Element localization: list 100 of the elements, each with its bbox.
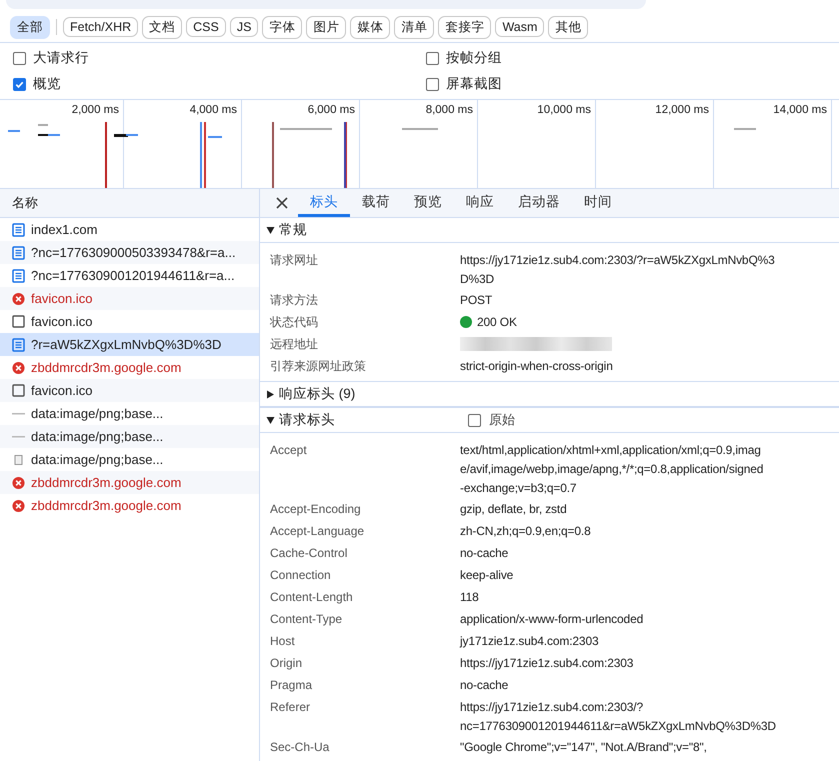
- document-icon: [12, 268, 25, 282]
- option-label: 屏幕截图: [446, 75, 502, 93]
- error-icon: [12, 292, 25, 306]
- header-value: strict-origin-when-cross-origin: [460, 358, 613, 375]
- header-value: https://jy171zie1z.sub4.com:2303: [460, 655, 634, 672]
- section-header[interactable]: 响应标头 (9): [260, 381, 839, 407]
- error-icon: [12, 360, 25, 374]
- filter-chip[interactable]: 清单: [394, 16, 434, 38]
- detail-tab[interactable]: 预览: [402, 189, 454, 217]
- request-row[interactable]: favicon.ico: [0, 287, 259, 310]
- time-tick-label: 12,000 ms: [655, 104, 709, 118]
- header-value: 200 OK: [477, 314, 517, 331]
- request-row[interactable]: favicon.ico: [0, 379, 259, 402]
- header-value: gzip, deflate, br, zstd: [460, 501, 567, 518]
- detail-tab[interactable]: 时间: [572, 189, 624, 217]
- header-name: Host: [269, 633, 296, 650]
- filter-chip[interactable]: 文档: [142, 16, 182, 38]
- header-name: 请求方法: [269, 292, 319, 309]
- section-title: 响应标头 (9): [279, 385, 356, 403]
- header-value: application/x-www-form-urlencoded: [460, 611, 644, 628]
- close-icon[interactable]: [276, 197, 288, 209]
- checkbox[interactable]: [426, 78, 439, 90]
- option-label: 按帧分组: [446, 49, 502, 67]
- checkbox[interactable]: [468, 414, 481, 426]
- request-row[interactable]: zbddmrcdr3m.google.com: [0, 471, 259, 494]
- time-tick-label: 10,000 ms: [537, 104, 591, 118]
- header-value: 118: [460, 589, 479, 606]
- header-name: 请求网址: [269, 252, 319, 269]
- disclosure-triangle-icon[interactable]: [266, 226, 275, 234]
- detail-tab[interactable]: 启动器: [506, 189, 572, 217]
- time-tick-label: 2,000 ms: [72, 104, 119, 118]
- filter-chip[interactable]: 字体: [262, 16, 302, 38]
- header-value: no-cache: [460, 545, 508, 562]
- header-value: jy171zie1z.sub4.com:2303: [460, 633, 598, 650]
- time-tick-label: 14,000 ms: [773, 104, 827, 118]
- filter-chip[interactable]: CSS: [186, 17, 226, 37]
- section-title: 请求标头: [279, 411, 336, 429]
- file-icon: [12, 454, 25, 464]
- header-name: Origin: [269, 655, 304, 672]
- request-row[interactable]: favicon.ico: [0, 310, 259, 333]
- column-header[interactable]: 名称: [0, 189, 259, 218]
- section-title: 常规: [279, 221, 308, 239]
- filter-chip[interactable]: JS: [230, 17, 258, 37]
- detail-tab[interactable]: 载荷: [350, 189, 402, 217]
- document-icon: [12, 222, 25, 236]
- header-name: Accept: [269, 442, 308, 459]
- error-icon: [12, 498, 25, 512]
- time-tick-label: 6,000 ms: [308, 104, 355, 118]
- request-row[interactable]: zbddmrcdr3m.google.com: [0, 356, 259, 379]
- request-row[interactable]: ?r=aW5kZXgxLmNvbQ%3D%3D: [0, 333, 259, 356]
- request-row[interactable]: ?nc=1776309001201944611&r=a...: [0, 264, 259, 287]
- blank-file-icon: [12, 384, 25, 397]
- header-value: keep-alive: [460, 567, 514, 584]
- header-name: Sec-Ch-Ua: [269, 739, 330, 756]
- request-row[interactable]: data:image/png;base...: [0, 425, 259, 448]
- time-tick-label: 8,000 ms: [426, 104, 473, 118]
- header-value: no-cache: [460, 677, 508, 694]
- time-tick-label: 4,000 ms: [190, 104, 237, 118]
- header-value: zh-CN,zh;q=0.9,en;q=0.8: [460, 523, 591, 540]
- header-name: Accept-Encoding: [269, 501, 362, 518]
- filter-chip[interactable]: 全部: [10, 16, 50, 38]
- header-value: https://jy171zie1z.sub4.com:2303/?r=aW5kZXgxLmNvbQ%3 D%3D: [460, 252, 775, 288]
- request-row[interactable]: ?nc=1776309000503393478&r=a...: [0, 241, 259, 264]
- disclosure-triangle-icon[interactable]: [266, 416, 275, 424]
- request-row[interactable]: index1.com: [0, 218, 259, 241]
- error-icon: [12, 476, 25, 490]
- option-label: 原始: [489, 411, 515, 429]
- header-name: Cache-Control: [269, 545, 348, 562]
- blank-file-icon: [12, 315, 25, 328]
- request-row[interactable]: data:image/png;base...: [0, 402, 259, 425]
- filter-chip[interactable]: 媒体: [350, 16, 390, 38]
- filter-chip[interactable]: 图片: [306, 16, 346, 38]
- header-name: Referer: [269, 699, 312, 716]
- filter-chip[interactable]: 套接字: [438, 16, 492, 38]
- filter-chip[interactable]: Fetch/XHR: [63, 17, 138, 37]
- section-header[interactable]: 请求标头 原始: [260, 407, 839, 433]
- header-name: 远程地址: [269, 336, 319, 353]
- checkbox[interactable]: [13, 78, 26, 90]
- header-name: Accept-Language: [269, 523, 366, 540]
- document-icon: [12, 338, 25, 352]
- header-name: Connection: [269, 567, 332, 584]
- header-name: Pragma: [269, 677, 314, 694]
- checkbox[interactable]: [426, 52, 439, 64]
- request-row[interactable]: data:image/png;base...: [0, 448, 259, 471]
- detail-tab[interactable]: 响应: [454, 189, 506, 217]
- disclosure-triangle-icon[interactable]: [266, 390, 275, 398]
- dash-icon: [12, 412, 25, 416]
- option-label: 大请求行: [33, 49, 89, 67]
- header-name: 状态代码: [269, 314, 319, 331]
- header-value: POST: [460, 292, 492, 309]
- filter-chip[interactable]: Wasm: [495, 17, 544, 37]
- request-row[interactable]: zbddmrcdr3m.google.com: [0, 494, 259, 517]
- option-label: 概览: [33, 75, 61, 93]
- header-name: Content-Length: [269, 589, 354, 606]
- checkbox[interactable]: [13, 52, 26, 64]
- dash-icon: [12, 434, 25, 438]
- header-name: 引荐来源网址政策: [269, 358, 367, 375]
- header-name: Content-Type: [269, 611, 344, 628]
- document-icon: [12, 246, 25, 260]
- filter-chip[interactable]: 其他: [548, 16, 588, 38]
